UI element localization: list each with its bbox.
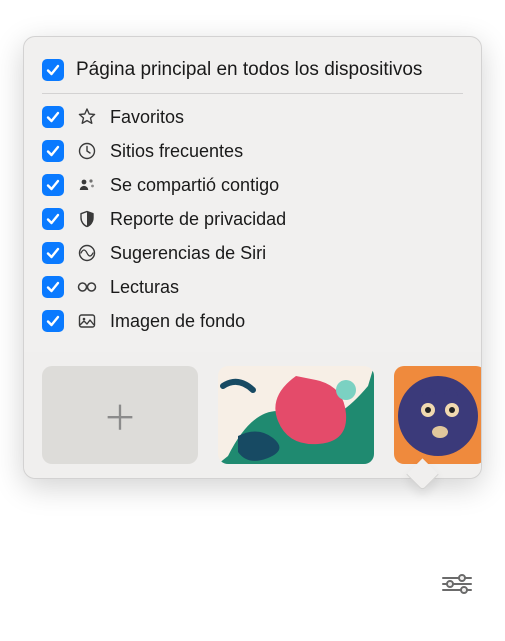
background-thumbnail-1[interactable] (218, 366, 374, 464)
background-thumbnails: ＋ (24, 352, 481, 478)
popover-caret (411, 475, 433, 487)
siri-icon (76, 243, 98, 263)
checkbox-background[interactable] (42, 310, 64, 332)
option-reading[interactable]: Lecturas (42, 270, 463, 304)
label-reading: Lecturas (110, 277, 179, 298)
checkbox-shared[interactable] (42, 174, 64, 196)
label-frequent: Sitios frecuentes (110, 141, 243, 162)
label-privacy: Reporte de privacidad (110, 209, 286, 230)
label-favorites: Favoritos (110, 107, 184, 128)
option-favorites[interactable]: Favoritos (42, 100, 463, 134)
option-frequent[interactable]: Sitios frecuentes (42, 134, 463, 168)
clock-icon (76, 141, 98, 161)
label-sync-devices: Página principal en todos los dispositiv… (76, 59, 422, 81)
add-background-button[interactable]: ＋ (42, 366, 198, 464)
label-siri: Sugerencias de Siri (110, 243, 266, 264)
option-sync-devices[interactable]: Página principal en todos los dispositiv… (42, 53, 463, 94)
customize-start-page-popover: Página principal en todos los dispositiv… (23, 36, 482, 479)
plus-icon: ＋ (103, 391, 137, 440)
checkbox-privacy[interactable] (42, 208, 64, 230)
checkbox-frequent[interactable] (42, 140, 64, 162)
option-siri[interactable]: Sugerencias de Siri (42, 236, 463, 270)
customize-toolbar-button[interactable] (437, 568, 477, 600)
star-icon (76, 107, 98, 127)
label-shared: Se compartió contigo (110, 175, 279, 196)
checkbox-siri[interactable] (42, 242, 64, 264)
label-background: Imagen de fondo (110, 311, 245, 332)
option-shared[interactable]: Se compartió contigo (42, 168, 463, 202)
reading-list-icon (76, 277, 98, 297)
checkbox-reading[interactable] (42, 276, 64, 298)
checkbox-sync-devices[interactable] (42, 59, 64, 81)
image-icon (76, 311, 98, 331)
shield-icon (76, 209, 98, 229)
option-background[interactable]: Imagen de fondo (42, 304, 463, 338)
options-list: Página principal en todos los dispositiv… (24, 53, 481, 342)
background-thumbnail-2[interactable] (394, 366, 481, 464)
option-privacy[interactable]: Reporte de privacidad (42, 202, 463, 236)
shared-with-you-icon (76, 175, 98, 195)
checkbox-favorites[interactable] (42, 106, 64, 128)
